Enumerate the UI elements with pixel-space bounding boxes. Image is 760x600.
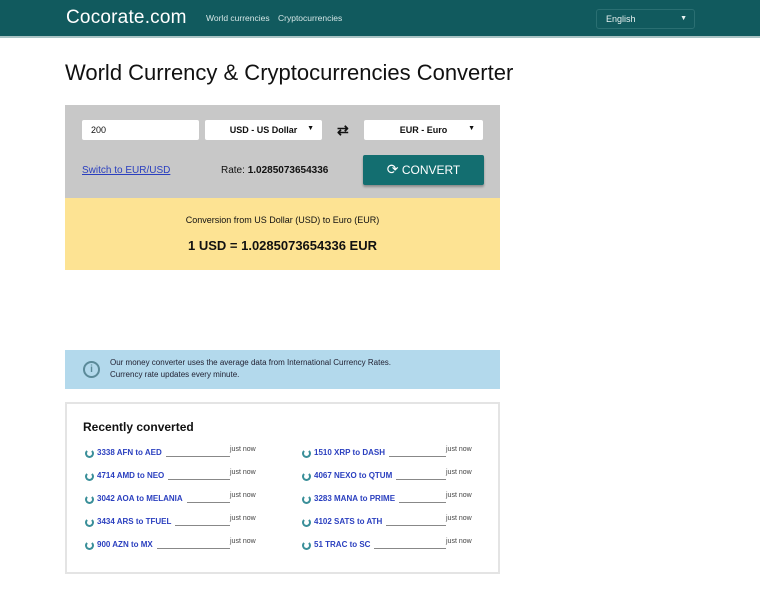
convert-button[interactable]: ⟳ CONVERT [363,155,484,185]
recent-item-time: just now [446,492,472,499]
divider-line [166,456,230,457]
chevron-down-icon: ▼ [307,125,314,132]
recent-item-link[interactable]: 51 TRAC to SC [314,540,370,549]
recent-item-time: just now [230,446,256,453]
chevron-down-icon: ▼ [680,15,687,22]
info-box: i Our money converter uses the average d… [65,350,500,389]
recent-item[interactable]: 51 TRAC to SC just now [302,538,502,553]
result-description: Conversion from US Dollar (USD) to Euro … [185,215,380,225]
refresh-icon [85,449,94,458]
recent-item[interactable]: 4102 SATS to ATH just now [302,515,502,530]
recent-item-link[interactable]: 4714 AMD to NEO [97,471,164,480]
recent-item[interactable]: 900 AZN to MX just now [85,538,285,553]
recent-item-link[interactable]: 3338 AFN to AED [97,448,162,457]
recent-item[interactable]: 4714 AMD to NEO just now [85,469,285,484]
recent-item-link[interactable]: 3434 ARS to TFUEL [97,517,171,526]
refresh-icon [85,541,94,550]
language-select[interactable]: English ▼ [596,9,695,29]
rate-value: 1.0285073654336 [247,165,329,176]
info-icon: i [83,361,100,378]
nav-cryptocurrencies[interactable]: Cryptocurrencies [278,13,342,23]
recent-item-link[interactable]: 3042 AOA to MELANIA [97,494,183,503]
page-title: World Currency & Cryptocurrencies Conver… [65,60,514,85]
logo[interactable]: Cocorate.com [66,7,187,29]
recent-item-time: just now [230,515,256,522]
divider-line [187,502,230,503]
divider-line [168,479,230,480]
recent-item[interactable]: 3338 AFN to AED just now [85,446,285,461]
switch-currencies-link[interactable]: Switch to EUR/USD [82,165,170,176]
refresh-icon [85,518,94,527]
info-line-1: Our money converter uses the average dat… [110,358,392,367]
divider-line [399,502,446,503]
nav-world-currencies[interactable]: World currencies [206,13,270,23]
refresh-icon [85,495,94,504]
swap-icon[interactable]: ⇄ [337,122,349,139]
recent-item[interactable]: 1510 XRP to DASH just now [302,446,502,461]
divider-line [157,548,230,549]
recent-item-time: just now [446,469,472,476]
from-currency-select[interactable]: USD - US Dollar ▼ [205,120,322,140]
refresh-icon [302,518,311,527]
rate-label: Rate: [221,165,245,176]
recent-item-time: just now [446,538,472,545]
language-value: English [606,14,636,24]
recent-item-time: just now [230,492,256,499]
result-value: 1 USD = 1.0285073654336 EUR [188,238,377,253]
from-currency-value: USD - US Dollar [229,125,298,135]
recent-item[interactable]: 3434 ARS to TFUEL just now [85,515,285,530]
convert-label: CONVERT [401,163,461,177]
amount-input[interactable]: 200 [82,120,199,140]
chevron-down-icon: ▼ [468,125,475,132]
info-line-2: Currency rate updates every minute. [110,369,240,379]
header: Cocorate.com World currencies Cryptocurr… [0,0,760,38]
recent-item-time: just now [230,538,256,545]
divider-line [175,525,230,526]
converter-panel: 200 USD - US Dollar ▼ ⇄ EUR - Euro ▼ Switc… [65,105,500,198]
recent-item-time: just now [446,515,472,522]
recent-item-time: just now [446,446,472,453]
rate-display: Rate: 1.0285073654336 [221,165,328,176]
refresh-icon [85,472,94,481]
to-currency-value: EUR - Euro [399,125,448,135]
recent-item-link[interactable]: 4067 NEXO to QTUM [314,471,392,480]
divider-line [374,548,446,549]
recently-converted-panel: Recently converted 3338 AFN to AED just n… [65,402,500,574]
divider-line [386,525,446,526]
recent-item-link[interactable]: 3283 MANA to PRIME [314,494,395,503]
to-currency-select[interactable]: EUR - Euro ▼ [364,120,483,140]
recent-item[interactable]: 4067 NEXO to QTUM just now [302,469,502,484]
divider-line [389,456,446,457]
recent-title: Recently converted [83,420,194,434]
refresh-icon: ⟳ [386,161,399,177]
refresh-icon [302,449,311,458]
recent-item-link[interactable]: 4102 SATS to ATH [314,517,382,526]
divider-line [396,479,446,480]
recent-item-time: just now [230,469,256,476]
refresh-icon [302,495,311,504]
refresh-icon [302,541,311,550]
recent-item[interactable]: 3283 MANA to PRIME just now [302,492,502,507]
recent-item-link[interactable]: 1510 XRP to DASH [314,448,385,457]
refresh-icon [302,472,311,481]
result-box: Conversion from US Dollar (USD) to Euro … [65,198,500,270]
recent-item[interactable]: 3042 AOA to MELANIA just now [85,492,285,507]
recent-item-link[interactable]: 900 AZN to MX [97,540,153,549]
